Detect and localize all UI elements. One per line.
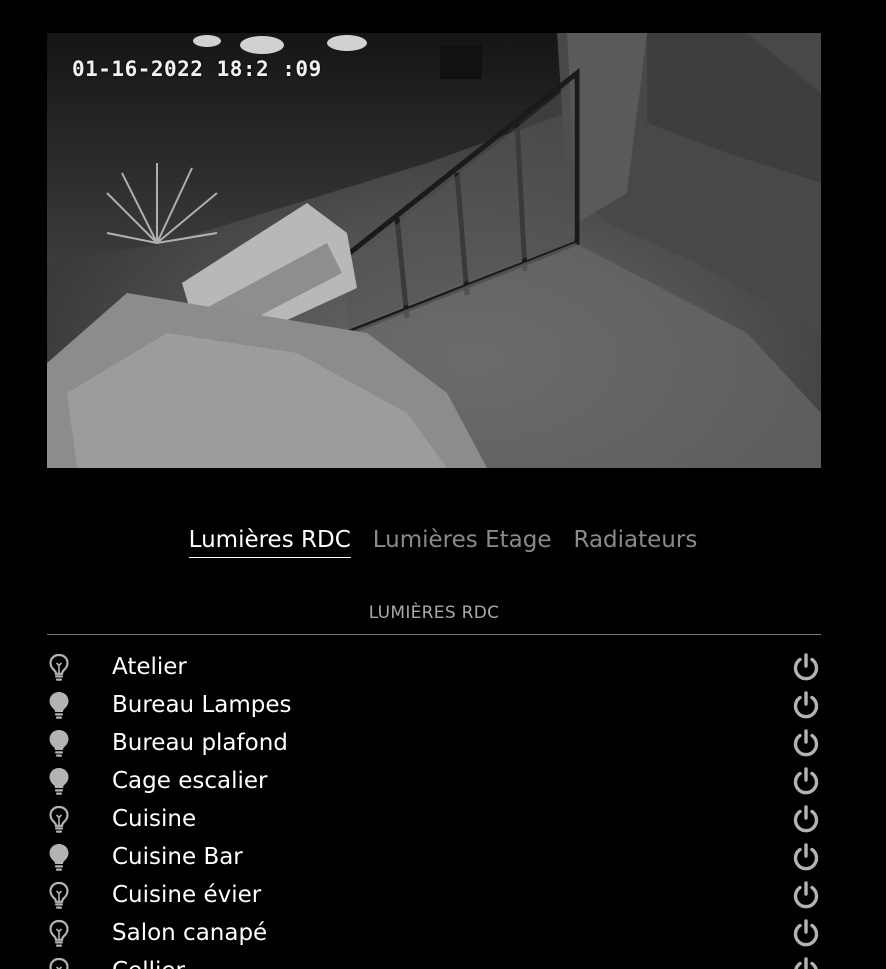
device-name: Cuisine Bar [112,844,243,870]
lightbulb-icon [47,842,71,872]
section-divider [47,634,821,635]
device-row: Cuisine [47,800,823,838]
power-icon[interactable] [791,918,821,948]
power-icon[interactable] [791,804,821,834]
device-name: Cuisine [112,806,197,832]
tab-radiateurs[interactable]: Radiateurs [573,524,697,558]
lightbulb-outline-icon [47,918,71,948]
device-name: Atelier [112,654,187,680]
power-icon[interactable] [791,652,821,682]
device-row: Cellier [47,952,823,969]
power-icon[interactable] [791,842,821,872]
device-row: Salon canapé [47,914,823,952]
section-title: LUMIÈRES RDC [368,603,500,623]
camera-image [47,33,821,468]
tab-lumieres-etage[interactable]: Lumières Etage [373,524,552,558]
device-row: Atelier [47,648,823,686]
device-row: Cuisine évier [47,876,823,914]
device-name: Cuisine évier [112,882,262,908]
lightbulb-icon [47,690,71,720]
power-icon[interactable] [791,728,821,758]
device-name: Bureau Lampes [112,692,292,718]
device-name: Salon canapé [112,920,268,946]
device-name: Cage escalier [112,768,268,794]
tab-lumieres-rdc[interactable]: Lumières RDC [188,524,351,558]
lightbulb-icon [47,766,71,796]
device-row: Bureau Lampes [47,686,823,724]
tab-bar: Lumières RDC Lumières Etage Radiateurs [0,524,886,558]
dashboard: 01-16-2022 18:2 :09 Lumières RDC Lumière… [0,0,886,969]
device-name: Cellier [112,955,185,969]
lightbulb-outline-icon [47,956,71,969]
lightbulb-icon [47,728,71,758]
power-icon[interactable] [791,690,821,720]
camera-feed[interactable]: 01-16-2022 18:2 :09 [47,33,821,468]
device-row: Bureau plafond [47,724,823,762]
device-row: Cage escalier [47,762,823,800]
device-name: Bureau plafond [112,730,288,756]
camera-timestamp: 01-16-2022 18:2 :09 [72,57,322,81]
device-row: Cuisine Bar [47,838,823,876]
power-icon[interactable] [791,956,821,969]
lightbulb-outline-icon [47,652,71,682]
power-icon[interactable] [791,880,821,910]
lightbulb-outline-icon [47,880,71,910]
lightbulb-outline-icon [47,804,71,834]
power-icon[interactable] [791,766,821,796]
device-list: Atelier Bureau Lampes Bureau plafond Cage e… [47,648,823,969]
